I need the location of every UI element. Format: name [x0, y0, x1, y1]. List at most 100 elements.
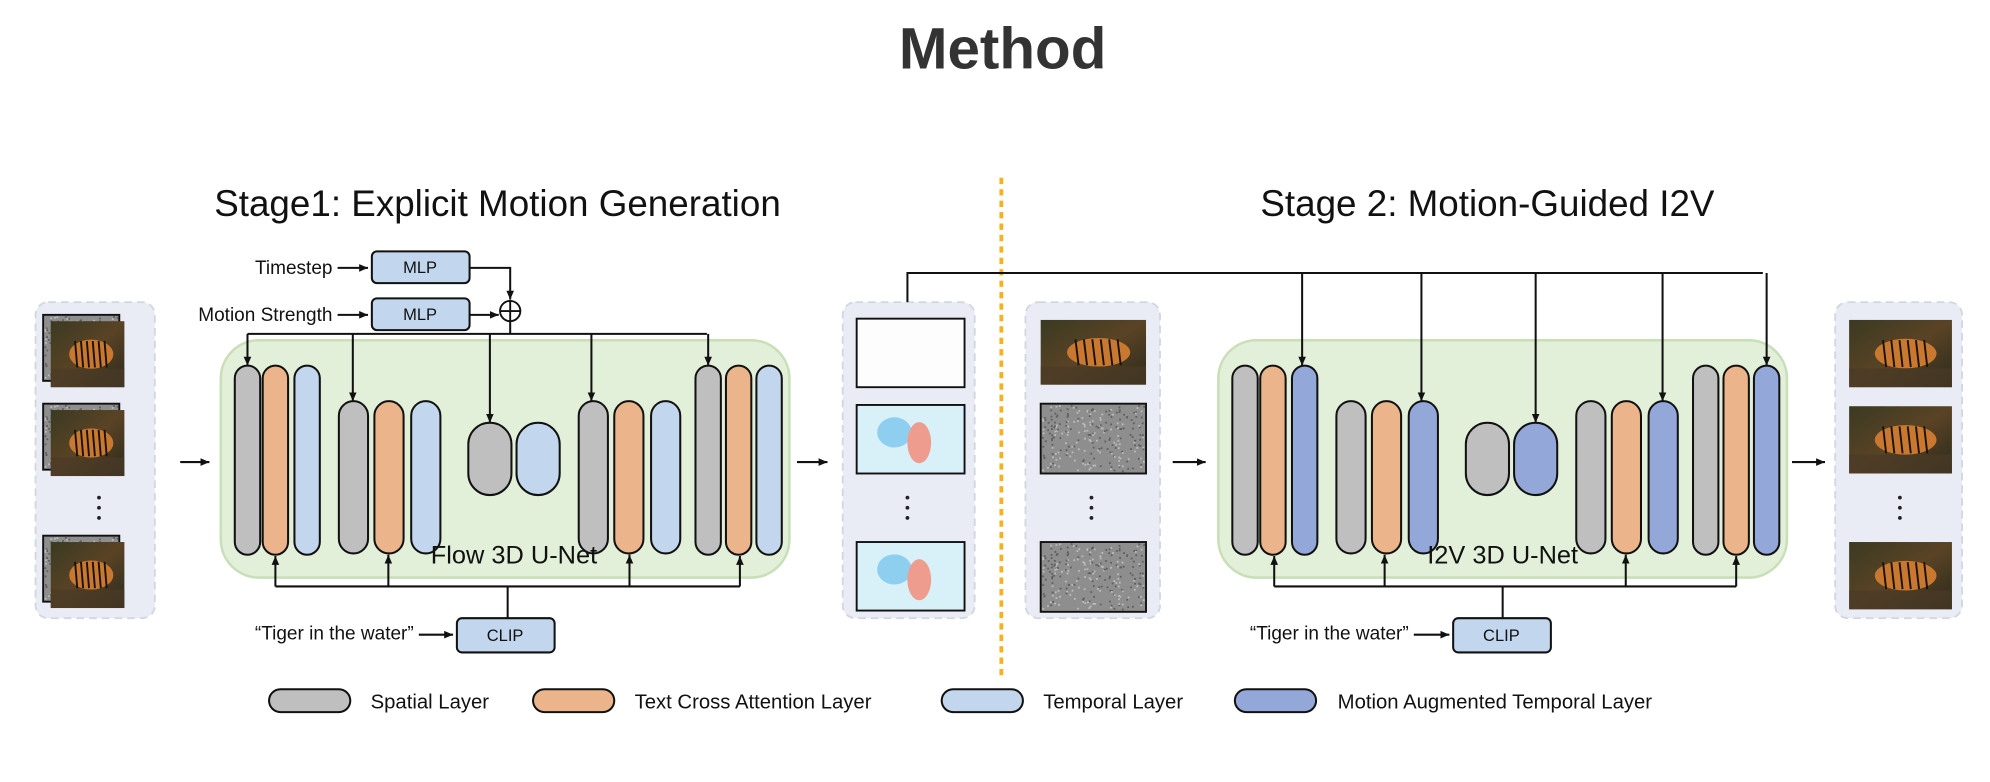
ellipsis-dot: [1089, 516, 1094, 520]
spatial-layer: [467, 421, 513, 497]
noise-speck: [1134, 440, 1137, 442]
noise-speck: [1098, 575, 1101, 578]
noise-speck: [46, 425, 48, 427]
noise-speck: [1119, 418, 1121, 421]
flow-frame: [855, 541, 966, 612]
noise-speck: [1105, 421, 1107, 424]
noise-speck: [1084, 576, 1086, 578]
noise-speck: [1071, 584, 1074, 586]
noise-speck: [1103, 430, 1106, 433]
output-frame: [1849, 406, 1952, 474]
noise-speck: [1092, 434, 1095, 436]
noise-speck: [1050, 425, 1053, 427]
noise-speck: [1093, 570, 1096, 573]
noise-speck: [44, 338, 47, 341]
noise-speck: [1069, 566, 1072, 569]
noise-speck: [1042, 418, 1045, 421]
noise-speck: [1091, 561, 1094, 564]
noise-speck: [1142, 572, 1144, 575]
noise-speck: [1054, 602, 1056, 605]
noise-speck: [1075, 406, 1078, 409]
noise-speck: [1069, 455, 1072, 458]
noise-speck: [1050, 418, 1053, 421]
noise-speck: [44, 330, 47, 333]
noise-speck: [1094, 603, 1096, 605]
noise-speck: [116, 405, 119, 408]
noise-speck: [64, 404, 67, 407]
noise-speck: [1091, 558, 1094, 561]
noise-speck: [45, 583, 47, 586]
noise-speck: [1110, 452, 1113, 455]
noise-speck: [45, 363, 47, 365]
temporal-layer: [515, 421, 561, 497]
noise-speck: [1078, 431, 1080, 434]
noise-speck: [1076, 580, 1078, 582]
noise-speck: [1077, 417, 1080, 420]
tiger-frame: [50, 410, 125, 477]
noise-speck: [1119, 457, 1122, 460]
noise-speck: [1087, 601, 1089, 604]
noise-speck: [1077, 577, 1080, 580]
noise-speck: [48, 339, 50, 341]
noise-speck: [1076, 550, 1079, 552]
spatial-layer: [233, 364, 262, 556]
noise-speck: [1064, 430, 1067, 433]
noise-speck: [44, 419, 47, 421]
noise-speck: [1053, 436, 1055, 439]
noise-speck: [1110, 606, 1112, 609]
noise-speck: [66, 406, 69, 409]
noise-speck: [1142, 599, 1145, 602]
noise-speck: [1110, 604, 1113, 607]
noise-speck: [1132, 560, 1135, 563]
noise-speck: [1092, 585, 1095, 587]
noise-speck: [62, 319, 64, 322]
noise-speck: [1138, 405, 1141, 407]
noise-speck: [1127, 596, 1130, 599]
noise-speck: [1082, 462, 1085, 465]
noise-speck: [1114, 447, 1117, 449]
noise-speck: [1049, 462, 1052, 465]
noise-speck: [1057, 567, 1059, 569]
noise-speck: [44, 559, 47, 562]
noise-speck: [62, 540, 64, 542]
noise-speck: [1117, 439, 1120, 442]
noise-speck: [1139, 438, 1142, 441]
noise-speck: [1058, 604, 1060, 606]
text-cross-attention-layer: [373, 400, 405, 555]
noise-speck: [1061, 570, 1063, 573]
noise-speck: [1092, 446, 1095, 449]
noise-speck: [1099, 589, 1101, 592]
noise-speck: [1050, 554, 1053, 556]
noise-speck: [1115, 550, 1118, 552]
noise-speck: [1055, 405, 1058, 408]
noise-speck: [116, 317, 119, 319]
noise-speck: [1118, 549, 1121, 552]
noise-speck: [1055, 458, 1058, 461]
noise-speck: [1050, 563, 1053, 566]
noise-speck: [1090, 452, 1093, 455]
noise-speck: [1101, 413, 1104, 416]
noise-speck: [1096, 578, 1098, 580]
noise-frame: [1039, 541, 1147, 613]
noise-speck: [1073, 583, 1076, 586]
noise-speck: [1141, 560, 1144, 563]
noise-speck: [1083, 425, 1086, 428]
noise-speck: [1132, 566, 1134, 568]
noise-speck: [1094, 464, 1096, 467]
noise-speck: [1134, 582, 1136, 585]
noise-speck: [1099, 557, 1102, 560]
noise-speck: [1051, 577, 1053, 580]
noise-speck: [1090, 409, 1093, 412]
stage1-prompt: “Tiger in the water”: [255, 624, 414, 645]
noise-speck: [1118, 443, 1121, 446]
noise-speck: [1117, 585, 1120, 588]
flow-blob: [907, 422, 932, 464]
noise-speck: [1078, 410, 1081, 412]
noise-speck: [1073, 420, 1076, 423]
noise-speck: [1043, 417, 1046, 419]
noise-speck: [1057, 451, 1060, 454]
noise-speck: [1070, 543, 1073, 546]
noise-speck: [1110, 468, 1112, 471]
noise-speck: [1050, 409, 1053, 412]
noise-speck: [1123, 552, 1125, 554]
